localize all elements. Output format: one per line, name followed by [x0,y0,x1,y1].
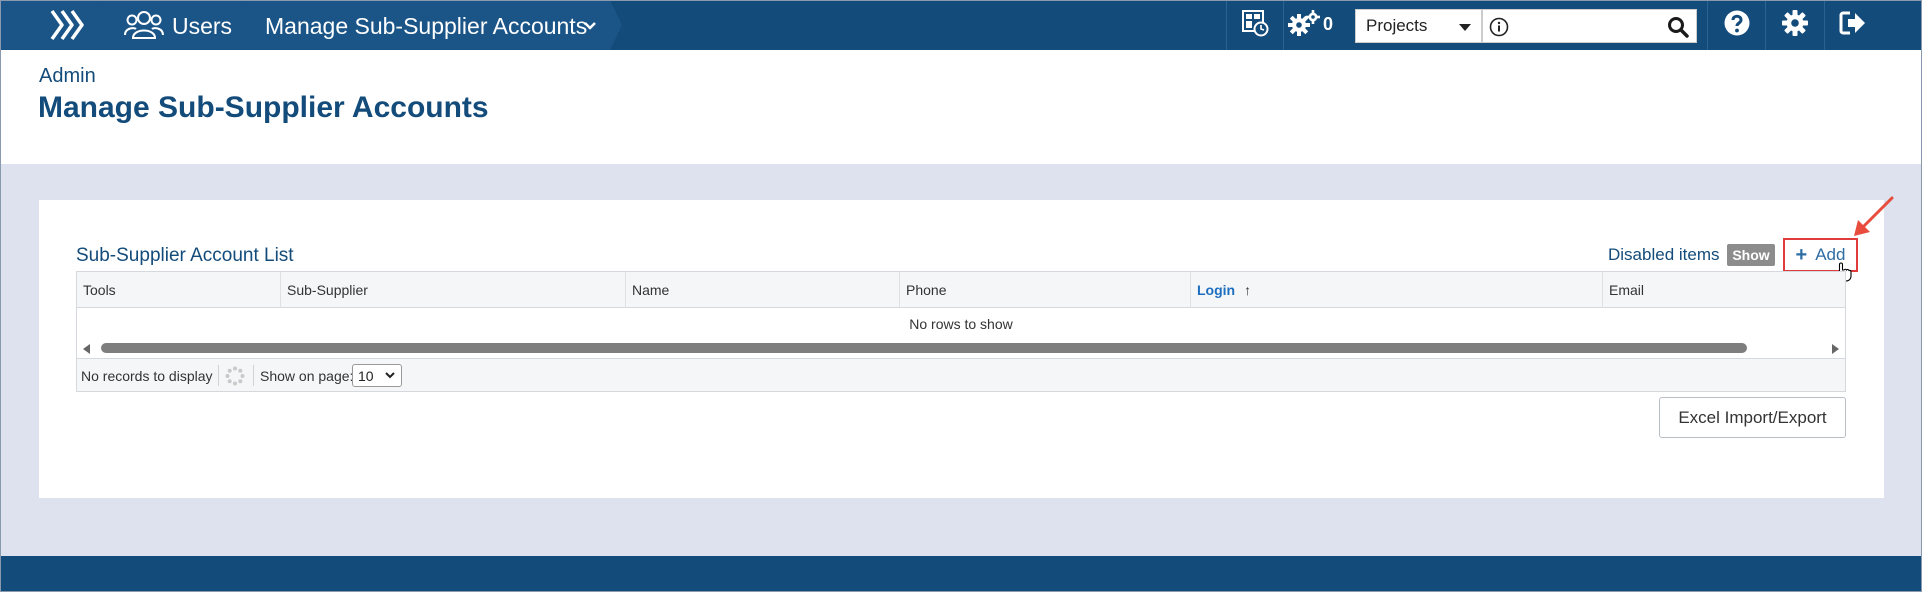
footer-divider [253,365,254,386]
empty-message: No rows to show [909,316,1013,332]
chevron-down-icon [384,368,396,385]
settings-button[interactable] [1766,0,1824,50]
footer-bar [0,556,1922,592]
show-disabled-button[interactable]: Show [1727,244,1775,266]
scrollbar-thumb[interactable] [101,343,1747,353]
search-icon[interactable] [1667,16,1689,43]
crumb-page-label[interactable]: Manage Sub-Supplier Accounts [265,13,587,40]
records-status: No records to display [81,368,213,384]
tasks-count[interactable]: 0 [1323,14,1333,35]
list-title: Sub-Supplier Account List [76,245,294,266]
projects-select-value: Projects [1366,16,1428,35]
column-header-login[interactable]: Login ↑ [1191,272,1603,308]
excel-import-export-button[interactable]: Excel Import/Export [1659,397,1846,438]
disabled-items-label: Disabled items [1608,245,1720,264]
info-icon[interactable] [1489,17,1509,42]
gears-icon [1287,9,1321,42]
show-on-page-label: Show on page: [260,368,354,384]
help-button[interactable] [1708,0,1765,50]
settings-gear-icon [1781,9,1809,42]
column-header-login-label: Login [1197,282,1236,298]
grid-header-row: Tools Sub-Supplier Name Phone Login ↑ Ema… [77,272,1845,308]
search-box[interactable] [1482,9,1697,43]
logo-chevrons-icon[interactable] [50,9,84,46]
dashboard-button[interactable] [1227,0,1283,50]
dashboard-clock-icon [1241,9,1269,42]
top-navigation-bar: Users Manage Sub-Supplier Accounts 0 Pro… [0,0,1922,50]
section-label: Admin [39,65,96,87]
footer-divider [218,365,219,386]
users-icon [124,10,164,45]
crumb-users-label[interactable]: Users [172,13,232,40]
scroll-left-arrow-icon[interactable] [83,344,90,354]
caret-down-icon [1459,24,1471,31]
horizontal-scrollbar[interactable] [77,340,1845,356]
page-size-value: 10 [358,368,374,384]
search-input[interactable] [1513,13,1653,39]
page-title: Manage Sub-Supplier Accounts [38,91,489,124]
tasks-button[interactable] [1284,0,1324,50]
scroll-right-arrow-icon[interactable] [1832,344,1839,354]
page-size-select[interactable]: 10 [352,364,402,387]
projects-select[interactable]: Projects [1355,9,1482,43]
column-header-name[interactable]: Name [626,272,900,308]
grid-footer: No records to display Show on page: 10 [77,358,1845,391]
column-header-sub-supplier[interactable]: Sub-Supplier [281,272,626,308]
annotation-arrow-icon [1848,196,1896,245]
chevron-down-icon[interactable] [583,19,597,37]
column-header-tools[interactable]: Tools [77,272,281,308]
refresh-icon[interactable] [225,366,245,391]
column-header-email[interactable]: Email [1603,272,1845,308]
logout-button[interactable] [1825,0,1881,50]
column-header-phone[interactable]: Phone [900,272,1191,308]
help-icon [1723,9,1751,42]
plus-icon: + [1795,244,1808,266]
sort-ascending-icon: ↑ [1244,282,1252,298]
account-grid: Tools Sub-Supplier Name Phone Login ↑ Ema… [76,271,1846,392]
logout-icon [1839,10,1867,41]
